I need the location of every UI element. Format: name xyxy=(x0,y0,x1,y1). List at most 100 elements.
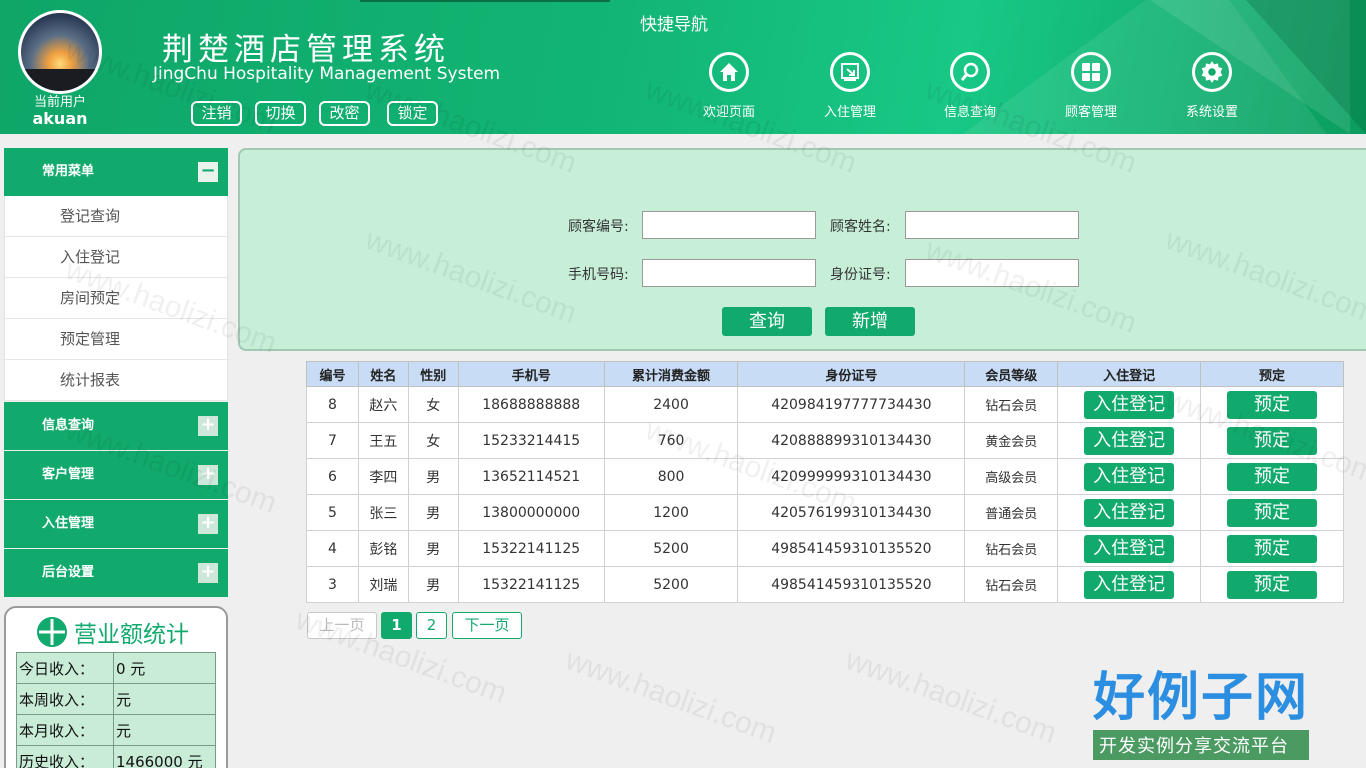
menu-info-query[interactable]: 信息查询 + xyxy=(4,402,228,450)
customer-id-input[interactable] xyxy=(642,211,816,239)
collapse-icon[interactable]: − xyxy=(198,162,218,182)
revenue-row-month: 本月收入：元 xyxy=(16,714,216,746)
checkin-button[interactable]: 入住登记 xyxy=(1084,390,1175,419)
reserve-button[interactable]: 预定 xyxy=(1227,498,1318,527)
sidebar-item-room-booking[interactable]: 房间预定 xyxy=(5,278,227,319)
sidebar-item-booking-management[interactable]: 预定管理 xyxy=(5,319,227,360)
cell-checkin-action: 入住登记 xyxy=(1057,530,1202,567)
current-user-label: 当前用户 xyxy=(33,95,86,110)
system-subtitle: JingChu Hospitality Management System xyxy=(153,64,501,84)
menu-checkin-management[interactable]: 入住管理 + xyxy=(4,500,228,548)
quick-nav-welcome[interactable]: 欢迎页面 xyxy=(684,52,774,120)
cell-gender: 男 xyxy=(407,530,459,567)
cell-id-card: 420576199310134430 xyxy=(737,494,966,531)
cell-total-spent: 760 xyxy=(603,422,739,459)
checkin-button[interactable]: 入住登记 xyxy=(1084,570,1175,599)
column-header: 身份证号 xyxy=(737,361,966,387)
cell-checkin-action: 入住登记 xyxy=(1057,458,1202,495)
menu-common[interactable]: 常用菜单 − xyxy=(4,148,228,196)
switch-user-button[interactable]: 切换 xyxy=(255,101,306,126)
quick-nav-label: 系统设置 xyxy=(1185,105,1238,120)
page-1-button[interactable]: 1 xyxy=(381,612,412,639)
revenue-row-week: 本周收入：元 xyxy=(16,683,216,715)
expand-icon[interactable]: + xyxy=(198,416,218,436)
table-row: 3 刘瑞男 15322141125 5200 498541459310135520 钻石会… xyxy=(306,566,1344,603)
cell-gender: 女 xyxy=(407,386,459,423)
logo-subtitle: 开发实例分享交流平台 xyxy=(1093,730,1310,760)
revenue-label: 本周收入： xyxy=(16,683,114,715)
column-header: 手机号 xyxy=(457,361,605,387)
revenue-label: 本月收入： xyxy=(16,714,114,746)
cell-gender: 男 xyxy=(407,458,459,495)
id-card-input[interactable] xyxy=(905,259,1079,287)
reserve-button[interactable]: 预定 xyxy=(1227,426,1318,455)
sidebar-item-checkin[interactable]: 入住登记 xyxy=(5,237,227,278)
menu-title: 常用菜单 xyxy=(42,164,95,179)
quick-nav-customer[interactable]: 顾客管理 xyxy=(1046,52,1136,120)
reserve-button[interactable]: 预定 xyxy=(1227,534,1318,563)
column-header: 预定 xyxy=(1200,361,1344,387)
customer-table: 编号 姓名 性别 手机号 累计消费金额 身份证号 会员等级 入住登记 预定 8赵… xyxy=(306,361,1344,603)
lock-button[interactable]: 锁定 xyxy=(387,101,438,126)
checkin-button[interactable]: 入住登记 xyxy=(1084,534,1175,563)
cell-gender: 女 xyxy=(407,422,459,459)
column-header: 会员等级 xyxy=(964,361,1059,387)
add-button[interactable]: 新增 xyxy=(825,307,915,336)
cell-id-card: 420999999310134430 xyxy=(737,458,966,495)
change-password-button[interactable]: 改密 xyxy=(319,101,370,126)
quick-nav-label: 信息查询 xyxy=(943,105,996,120)
column-header: 累计消费金额 xyxy=(603,361,739,387)
grid-icon xyxy=(1071,52,1111,92)
quick-nav-label: 入住管理 xyxy=(823,105,876,120)
sidebar-item-registration-query[interactable]: 登记查询 xyxy=(5,196,227,237)
cell-phone: 13800000000 xyxy=(457,494,605,531)
expand-icon[interactable]: + xyxy=(198,563,218,583)
customer-name-input[interactable] xyxy=(905,211,1079,239)
cell-total-spent: 5200 xyxy=(603,566,739,603)
quick-nav-settings[interactable]: 系统设置 xyxy=(1167,52,1257,120)
quick-nav-label: 欢迎页面 xyxy=(702,105,755,120)
reserve-button[interactable]: 预定 xyxy=(1227,570,1318,599)
watermark-text: www.haolizi.com xyxy=(561,643,781,750)
reserve-button[interactable]: 预定 xyxy=(1227,390,1318,419)
quick-nav-checkin[interactable]: 入住管理 xyxy=(805,52,895,120)
expand-icon[interactable]: + xyxy=(198,465,218,485)
cell-reserve-action: 预定 xyxy=(1200,386,1344,423)
prev-page-button[interactable]: 上一页 xyxy=(307,612,377,639)
home-icon xyxy=(709,52,749,92)
next-page-button[interactable]: 下一页 xyxy=(452,612,522,639)
column-header: 性别 xyxy=(407,361,459,387)
menu-title: 入住管理 xyxy=(42,516,95,531)
cell-phone: 15233214415 xyxy=(457,422,605,459)
quick-nav-info-query[interactable]: 信息查询 xyxy=(925,52,1015,120)
revenue-value: 元 xyxy=(113,714,216,746)
table-body: 8 赵六女 18688888888 2400 420984197777734430 钻石会… xyxy=(306,386,1344,603)
cell-member-level: 钻石会员 xyxy=(964,530,1059,567)
revenue-label: 历史收入： xyxy=(16,745,114,768)
column-header: 姓名 xyxy=(357,361,409,387)
checkin-button[interactable]: 入住登记 xyxy=(1084,426,1175,455)
username: akuan xyxy=(32,109,88,128)
cell-id: 5 xyxy=(306,494,359,531)
menu-backend-settings[interactable]: 后台设置 + xyxy=(4,549,228,597)
checkin-button[interactable]: 入住登记 xyxy=(1084,498,1175,527)
checkin-button[interactable]: 入住登记 xyxy=(1084,462,1175,491)
checkin-icon xyxy=(830,52,870,92)
cell-phone: 15322141125 xyxy=(457,530,605,567)
page-2-button[interactable]: 2 xyxy=(416,612,447,639)
query-button[interactable]: 查询 xyxy=(722,307,812,336)
id-card-label: 身份证号: xyxy=(830,267,891,283)
cell-member-level: 普通会员 xyxy=(964,494,1059,531)
sidebar-item-statistics-report[interactable]: 统计报表 xyxy=(5,360,227,401)
cell-id: 8 xyxy=(306,386,359,423)
menu-customer-management[interactable]: 客户管理 + xyxy=(4,451,228,499)
customer-name-label: 顾客姓名: xyxy=(830,219,891,235)
cell-reserve-action: 预定 xyxy=(1200,422,1344,459)
menu-title: 客户管理 xyxy=(42,467,95,482)
phone-input[interactable] xyxy=(642,259,816,287)
expand-icon[interactable]: + xyxy=(198,514,218,534)
logout-button[interactable]: 注销 xyxy=(191,101,242,126)
reserve-button[interactable]: 预定 xyxy=(1227,462,1318,491)
revenue-title-text: 营业额统计 xyxy=(74,622,189,648)
cell-reserve-action: 预定 xyxy=(1200,458,1344,495)
